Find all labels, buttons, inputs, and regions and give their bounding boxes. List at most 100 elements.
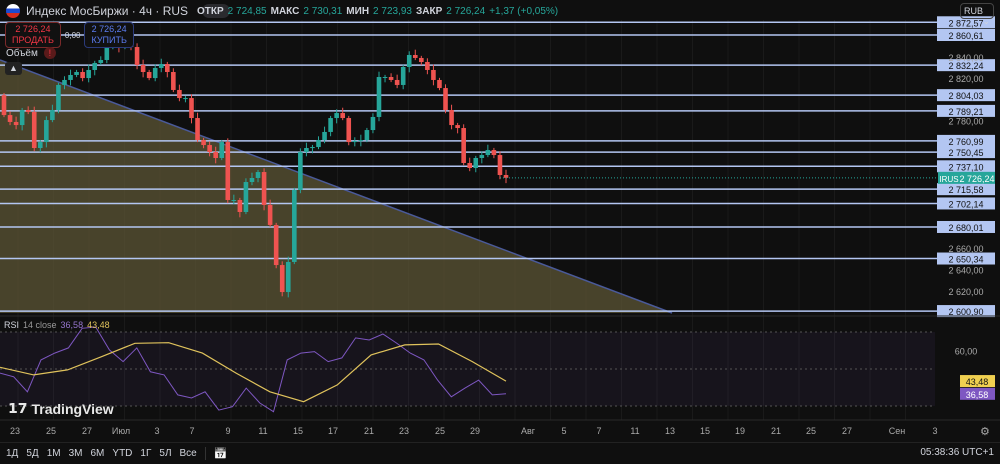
candle-body bbox=[334, 113, 339, 119]
trade-panel: 2 726,24 ПРОДАТЬ 0,00 2 726,24 КУПИТЬ bbox=[5, 22, 134, 48]
range-button[interactable]: 1Д bbox=[6, 448, 18, 459]
sell-label: ПРОДАТЬ bbox=[12, 35, 54, 45]
date-tick: 15 bbox=[700, 426, 710, 436]
candle-body bbox=[285, 261, 291, 293]
price-tick: 2 640,00 bbox=[948, 266, 983, 276]
candle-body bbox=[328, 118, 333, 132]
range-button[interactable]: YTD bbox=[112, 448, 132, 459]
candle-body bbox=[213, 152, 218, 158]
high-value: 2 730,31 bbox=[303, 6, 343, 17]
range-button[interactable]: 5Д bbox=[26, 448, 38, 459]
candle-body bbox=[86, 69, 91, 79]
chart-canvas[interactable]: 2 872,572 860,612 832,242 804,032 789,21… bbox=[0, 0, 1000, 442]
settings-icon[interactable]: ⚙ bbox=[980, 425, 990, 438]
tv-logo-icon: 𝟭𝟳 bbox=[8, 400, 28, 416]
range-button[interactable]: Все bbox=[180, 448, 197, 459]
candle-body bbox=[171, 72, 176, 90]
date-tick: 9 bbox=[225, 426, 230, 436]
candle-body bbox=[473, 157, 479, 168]
candle-body bbox=[13, 121, 19, 126]
price-level-label: 2 872,57 bbox=[948, 18, 983, 28]
russia-flag-icon bbox=[6, 4, 20, 18]
range-button[interactable]: 6М bbox=[91, 448, 105, 459]
collapse-chevron-icon[interactable]: ▲ bbox=[5, 62, 22, 75]
price-level-label: 2 715,58 bbox=[948, 185, 983, 195]
candle-body bbox=[261, 172, 267, 205]
candle-body bbox=[152, 67, 158, 79]
buy-price: 2 726,24 bbox=[91, 24, 127, 34]
candle-body bbox=[31, 111, 37, 149]
candle-body bbox=[437, 79, 442, 89]
candle-body bbox=[298, 152, 303, 190]
date-tick: 7 bbox=[596, 426, 601, 436]
chevron-down-icon: ⌄ bbox=[982, 16, 990, 26]
candle-body bbox=[431, 69, 436, 80]
price-level-label: 2 750,45 bbox=[948, 148, 983, 158]
candle-body bbox=[304, 148, 309, 153]
close-label: ЗАКР bbox=[415, 6, 443, 17]
date-tick: 7 bbox=[189, 426, 194, 436]
symbol-title: Индекс МосБиржи · 4ч · RUS bbox=[26, 4, 189, 18]
price-tick: 2 780,00 bbox=[948, 117, 983, 127]
candle-body bbox=[449, 110, 454, 126]
candle-body bbox=[158, 64, 164, 68]
calendar-range-icon[interactable]: 📅 bbox=[204, 447, 227, 460]
range-button[interactable]: 5Л bbox=[159, 448, 171, 459]
volume-indicator[interactable]: Объём! bbox=[6, 47, 56, 59]
candle-body bbox=[388, 76, 394, 80]
candle-body bbox=[455, 125, 460, 129]
candle-body bbox=[183, 98, 188, 100]
range-button[interactable]: 1М bbox=[47, 448, 61, 459]
candle-body bbox=[322, 131, 327, 141]
date-tick: 23 bbox=[10, 426, 20, 436]
date-tick: 3 bbox=[932, 426, 937, 436]
range-button[interactable]: 3М bbox=[69, 448, 83, 459]
price-level-label: 2 760,99 bbox=[948, 137, 983, 147]
date-tick: 19 bbox=[735, 426, 745, 436]
candle-body bbox=[467, 162, 473, 168]
candle-body bbox=[400, 67, 406, 85]
candle-body bbox=[25, 110, 31, 112]
spread: 0,00 bbox=[64, 30, 81, 40]
candle-body bbox=[37, 142, 43, 149]
sell-button[interactable]: 2 726,24 ПРОДАТЬ bbox=[5, 22, 61, 48]
date-tick: 15 bbox=[293, 426, 303, 436]
logo-text: TradingView bbox=[31, 400, 114, 417]
candle-body bbox=[177, 89, 182, 99]
warning-icon[interactable]: ! bbox=[43, 47, 56, 59]
candle-body bbox=[425, 62, 430, 70]
currency-select[interactable]: RUB ⌄ bbox=[960, 3, 994, 26]
rsi-params: 14 close bbox=[23, 320, 57, 330]
buy-label: КУПИТЬ bbox=[91, 35, 127, 45]
date-tick: 21 bbox=[771, 426, 781, 436]
candle-body bbox=[419, 57, 424, 63]
candle-body bbox=[382, 76, 388, 78]
clock[interactable]: 05:38:36 UTC+1 bbox=[920, 447, 994, 458]
high-label: МАКС bbox=[270, 6, 300, 17]
tradingview-logo[interactable]: 𝟭𝟳 TradingView bbox=[8, 400, 114, 417]
candle-body bbox=[292, 189, 297, 262]
candle-body bbox=[479, 155, 485, 158]
date-tick: 25 bbox=[806, 426, 816, 436]
date-tick: 21 bbox=[364, 426, 374, 436]
rsi-value: 36,58 bbox=[60, 320, 84, 330]
candle-body bbox=[370, 116, 376, 131]
candle-body bbox=[394, 79, 400, 85]
date-tick: 11 bbox=[258, 426, 267, 436]
sell-price: 2 726,24 bbox=[15, 24, 51, 34]
range-button[interactable]: 1Г bbox=[140, 448, 151, 459]
candle-body bbox=[56, 84, 61, 111]
candle-body bbox=[134, 47, 140, 65]
symbol-tag-label: IRUS bbox=[939, 175, 958, 184]
price-level-label: 2 789,21 bbox=[948, 107, 983, 117]
candle-body bbox=[443, 88, 448, 111]
candle-body bbox=[80, 72, 85, 79]
candle-body bbox=[98, 59, 104, 63]
price-tick: 2 840,00 bbox=[948, 53, 983, 63]
date-tick: 25 bbox=[46, 426, 56, 436]
candle-body bbox=[44, 120, 49, 143]
date-tick: 13 bbox=[665, 426, 675, 436]
buy-button[interactable]: 2 726,24 КУПИТЬ bbox=[84, 22, 134, 48]
bottom-toolbar: 1Д 5Д 1М 3М 6М YTD 1Г 5Л Все 📅 bbox=[0, 442, 1000, 464]
candle-body bbox=[376, 76, 382, 117]
